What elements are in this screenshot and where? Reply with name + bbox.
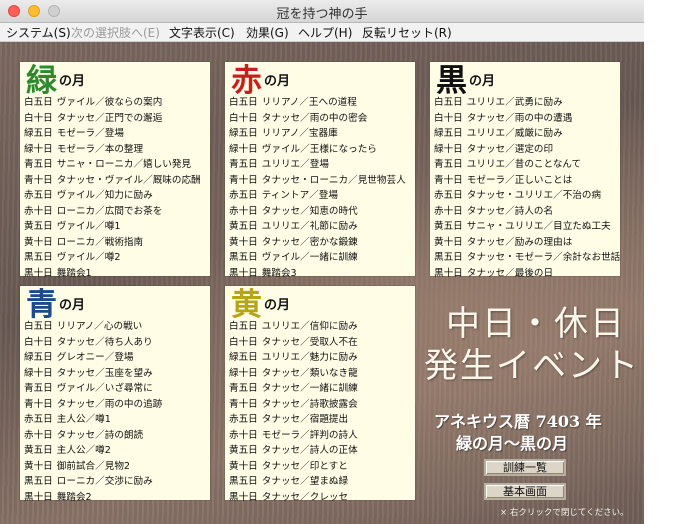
list-item: 黄五日 サニャ・ユリリエ／目立たぬ工夫	[434, 221, 611, 232]
list-item: 赤十日 タナッセ／詩の朗読	[24, 429, 144, 441]
menu-invert-reset[interactable]: 反転リセット(R)	[362, 24, 452, 41]
right-click-hint: × 右クリックで閉じてください。	[500, 508, 629, 518]
list-item: 緑五日 ユリリエ／威厳に励み	[434, 128, 563, 139]
list-item: 青五日 ユリリエ／昔のことなんて	[434, 159, 582, 170]
yellow-month-card: 黄の月 白五日 ユリリエ／信仰に励み 白十日 タナッセ／受取人不在 緑五日 ユリリエ／…	[225, 286, 415, 503]
list-item: 緑十日 タナッセ／類いなき龍	[229, 367, 358, 379]
list-item: 青五日 サニャ・ローニカ／嬉しい発見	[24, 159, 192, 170]
menu-effects[interactable]: 効果(G)	[246, 24, 289, 41]
event-list: 白五日 ユリリエ／武勇に励み 白十日 タナッセ／雨の中の遭遇 緑五日 ユリリエ／威厳に…	[434, 95, 620, 281]
list-item: 黒五日 タナッセ／望まぬ緑	[229, 476, 349, 487]
list-item: 緑五日 グレオニー／登場	[24, 352, 134, 363]
black-month-card: 黒の月 白五日 ユリリエ／武勇に励み 白十日 タナッセ／雨の中の遭遇 緑五日 ユリリエ…	[430, 62, 620, 279]
list-item: 白五日 ユリリエ／信仰に励み	[229, 321, 358, 332]
list-item: 青五日 ユリリエ／登場	[229, 159, 329, 170]
title-bar[interactable]: 冠を持つ神の手	[0, 0, 644, 23]
list-item: 緑十日 タナッセ／選定の印	[434, 143, 554, 155]
training-list-button[interactable]: 訓練一覧	[484, 459, 566, 476]
calendar-year: アネキウス暦 7403 年	[434, 412, 602, 431]
list-item: 黒五日 ローニカ／交渉に励み	[24, 476, 153, 487]
list-item: 黒十日 舞踏会3	[229, 267, 297, 279]
list-item: 白十日 タナッセ／雨の中の密会	[229, 112, 368, 124]
list-item: 黄十日 タナッセ／密かな鍛錬	[229, 236, 358, 248]
list-item: 青五日 ヴァイル／いざ尋常に	[24, 383, 153, 394]
list-item: 白十日 タナッセ／受取人不在	[229, 336, 358, 348]
list-item: 黄五日 ヴァイル／噂1	[24, 221, 121, 232]
list-item: 黒五日 ヴァイル／一緒に訓練	[229, 252, 358, 263]
list-item: 緑五日 ユリリエ／魅力に励み	[229, 352, 358, 363]
list-item: 白十日 タナッセ／待ち人あり	[24, 336, 153, 348]
list-item: 緑五日 リリアノ／宝器庫	[229, 128, 338, 139]
list-item: 白五日 リリアノ／王への道程	[229, 97, 357, 108]
main-screen-button[interactable]: 基本画面	[484, 483, 566, 500]
menu-next-choice[interactable]: 次の選択肢へ(E)	[71, 24, 160, 41]
event-list: 白五日 ユリリエ／信仰に励み 白十日 タナッセ／受取人不在 緑五日 ユリリエ／魅力に励…	[229, 319, 358, 505]
list-item: 白五日 ユリリエ／武勇に励み	[434, 97, 563, 108]
list-item: 白五日 ヴァイル／彼ならの案内	[24, 97, 163, 108]
list-item: 赤五日 タナッセ・ユリリエ／不治の病	[434, 190, 602, 201]
list-item: 黒五日 タナッセ・モゼーラ／余計なお世話	[434, 252, 621, 263]
list-item: 白五日 リリアノ／心の戦い	[24, 321, 143, 332]
list-item: 青五日 タナッセ／一緒に訓練	[229, 383, 358, 394]
list-item: 黒十日 舞踏会1	[24, 267, 92, 279]
list-item: 赤五日 ヴァイル／知力に励み	[24, 190, 153, 201]
month-suffix: の月	[59, 298, 86, 313]
list-item: 青十日 モゼーラ／正しいことは	[434, 174, 573, 186]
month-range: 緑の月〜黒の月	[456, 434, 569, 453]
list-item: 黒十日 タナッセ／クレッセ	[229, 491, 349, 503]
list-item: 黒十日 舞踏会2	[24, 491, 92, 503]
list-item: 緑十日 タナッセ／玉座を望み	[24, 367, 153, 379]
blue-month-card: 青の月 白五日 リリアノ／心の戦い 白十日 タナッセ／待ち人あり 緑五日 グレオニー／…	[20, 286, 210, 503]
month-suffix: の月	[59, 74, 86, 89]
month-suffix: の月	[264, 298, 291, 313]
list-item: 赤十日 モゼーラ／評判の詩人	[229, 429, 358, 441]
red-month-card: 赤の月 白五日 リリアノ／王への道程 白十日 タナッセ／雨の中の密会 緑五日 リリアノ…	[225, 62, 415, 279]
list-item: 黄五日 主人公／噂2	[24, 445, 111, 456]
list-item: 青十日 タナッセ／雨の中の追跡	[24, 398, 163, 410]
month-suffix: の月	[469, 74, 496, 89]
list-item: 青十日 タナッセ・ローニカ／見世物芸人	[229, 174, 406, 186]
list-item: 白十日 タナッセ／雨の中の遭遇	[434, 112, 573, 124]
list-item: 黄五日 ユリリエ／礼節に励み	[229, 221, 358, 232]
list-item: 黒五日 ヴァイル／噂2	[24, 252, 121, 263]
list-item: 黄十日 タナッセ／励みの理由は	[434, 236, 573, 248]
menu-bar: システム(S) 次の選択肢へ(E) 文字表示(C) 効果(G) ヘルプ(H) 反…	[0, 23, 644, 42]
list-item: 白十日 タナッセ／正門での邂逅	[24, 112, 163, 124]
list-item: 黄五日 タナッセ／詩人の正体	[229, 445, 358, 456]
panel-title-line1: 中日・休日	[446, 304, 626, 344]
event-list: 白五日 リリアノ／心の戦い 白十日 タナッセ／待ち人あり 緑五日 グレオニー／登場 緑…	[24, 319, 162, 505]
list-item: 黄十日 ローニカ／戦術指南	[24, 236, 144, 248]
list-item: 赤十日 タナッセ／知恵の時代	[229, 205, 358, 217]
month-suffix: の月	[264, 74, 291, 89]
list-item: 黄十日 タナッセ／印とすと	[229, 460, 348, 472]
window-title: 冠を持つ神の手	[276, 7, 368, 22]
list-item: 赤五日 ティントア／登場	[229, 190, 338, 201]
list-item: 青十日 タナッセ／詩歌披露会	[229, 398, 358, 410]
list-item: 赤十日 タナッセ／詩人の名	[434, 205, 554, 217]
list-item: 緑十日 モゼーラ／本の整理	[24, 143, 144, 155]
desktop-background	[644, 0, 680, 524]
list-item: 赤十日 ローニカ／広間でお茶を	[24, 205, 163, 217]
event-screen[interactable]: 緑の月 白五日 ヴァイル／彼ならの案内 白十日 タナッセ／正門での邂逅 緑五日 モゼー…	[0, 42, 644, 524]
event-list: 白五日 リリアノ／王への道程 白十日 タナッセ／雨の中の密会 緑五日 リリアノ／宝器庫…	[229, 95, 406, 281]
list-item: 黄十日 御前試合／見物2	[24, 460, 131, 472]
list-item: 赤五日 主人公／噂1	[24, 414, 111, 425]
panel-title-line2: 発生イベント	[424, 346, 640, 386]
menu-text-display[interactable]: 文字表示(C)	[169, 24, 235, 41]
menu-system[interactable]: システム(S)	[6, 24, 71, 41]
list-item: 緑十日 ヴァイル／王様になったら	[229, 143, 377, 155]
list-item: 青十日 タナッセ・ヴァイル／厩味の応酬	[24, 174, 201, 186]
list-item: 緑五日 モゼーラ／登場	[24, 128, 124, 139]
green-month-card: 緑の月 白五日 ヴァイル／彼ならの案内 白十日 タナッセ／正門での邂逅 緑五日 モゼー…	[20, 62, 210, 279]
list-item: 黒十日 タナッセ／最後の日	[434, 267, 554, 279]
menu-help[interactable]: ヘルプ(H)	[298, 24, 352, 41]
app-window: 冠を持つ神の手 システム(S) 次の選択肢へ(E) 文字表示(C) 効果(G) …	[0, 0, 644, 524]
event-list: 白五日 ヴァイル／彼ならの案内 白十日 タナッセ／正門での邂逅 緑五日 モゼーラ／登場…	[24, 95, 201, 281]
list-item: 赤五日 タナッセ／宿題提出	[229, 414, 349, 425]
